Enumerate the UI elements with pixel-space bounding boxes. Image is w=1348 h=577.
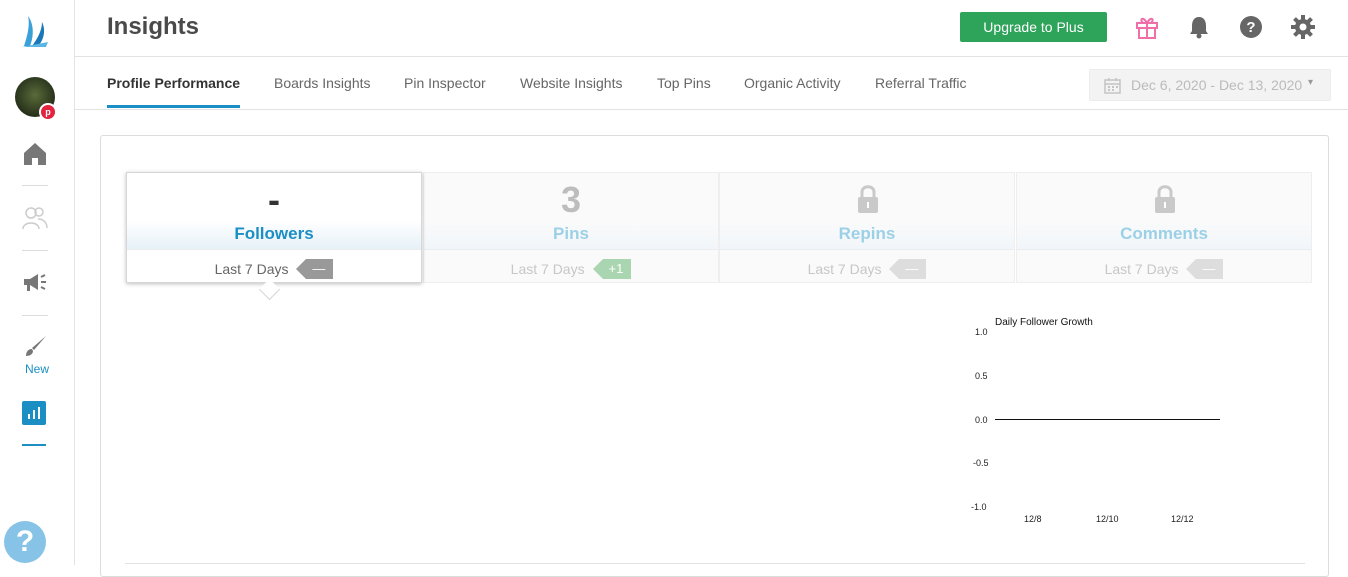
change-badge: —	[1186, 259, 1224, 279]
home-icon[interactable]	[22, 141, 48, 167]
change-badge: —	[296, 259, 334, 279]
stat-card-followers[interactable]: - Followers Last 7 Days —	[126, 172, 422, 283]
sidebar: p New ?	[0, 0, 75, 565]
stat-period: Last 7 Days —	[720, 259, 1014, 279]
stat-period: Last 7 Days +1	[424, 259, 718, 279]
people-icon[interactable]	[22, 205, 48, 231]
stat-period: Last 7 Days —	[127, 259, 421, 279]
y-tick-label: 0.0	[975, 415, 988, 425]
card-divider	[1017, 249, 1311, 250]
sidebar-divider	[22, 250, 48, 251]
page-title: Insights	[107, 13, 200, 40]
sidebar-divider	[22, 185, 48, 186]
stat-card-comments[interactable]: Comments Last 7 Days —	[1016, 172, 1312, 283]
y-tick-label: 0.5	[975, 371, 988, 381]
question-icon[interactable]: ?	[1238, 14, 1264, 40]
date-range-label: Dec 6, 2020 - Dec 13, 2020	[1131, 77, 1303, 93]
tab-profile-performance[interactable]: Profile Performance	[107, 75, 240, 91]
new-label: New	[24, 362, 49, 376]
upgrade-button[interactable]: Upgrade to Plus	[960, 12, 1107, 42]
pinterest-icon: p	[39, 103, 57, 121]
stat-card-pins[interactable]: 3 Pins Last 7 Days +1	[423, 172, 719, 283]
tab-top-pins[interactable]: Top Pins	[657, 75, 711, 91]
stat-value: 3	[560, 179, 582, 220]
period-label: Last 7 Days	[510, 261, 585, 277]
calendar-icon	[1104, 78, 1121, 94]
tab-pin-inspector[interactable]: Pin Inspector	[404, 75, 486, 91]
gear-icon[interactable]	[1290, 14, 1316, 40]
y-tick-label: 1.0	[975, 327, 988, 337]
date-range-picker[interactable]: Dec 6, 2020 - Dec 13, 2020 ▾	[1089, 69, 1331, 101]
tab-referral-traffic[interactable]: Referral Traffic	[875, 75, 967, 91]
tab-bar: Profile Performance Boards Insights Pin …	[75, 57, 1348, 110]
stat-label: Pins	[553, 224, 589, 243]
y-tick-label: -0.5	[973, 458, 989, 468]
sidebar-divider	[22, 315, 48, 316]
period-label: Last 7 Days	[807, 261, 882, 277]
bell-icon[interactable]	[1186, 14, 1212, 40]
panel-divider	[125, 563, 1305, 564]
follower-growth-chart	[995, 419, 1220, 420]
change-badge: +1	[592, 259, 632, 279]
card-divider	[424, 249, 718, 250]
active-tab-indicator	[107, 105, 240, 108]
insights-icon[interactable]	[22, 401, 46, 425]
stat-label: Followers	[234, 224, 314, 243]
tab-website-insights[interactable]: Website Insights	[520, 75, 622, 91]
megaphone-icon[interactable]	[22, 270, 48, 296]
stat-card-repins[interactable]: Repins Last 7 Days —	[719, 172, 1015, 283]
lock-icon	[858, 185, 878, 213]
stat-period: Last 7 Days —	[1017, 259, 1311, 279]
help-icon[interactable]: ?	[4, 521, 46, 563]
period-label: Last 7 Days	[1104, 261, 1179, 277]
stat-label: Comments	[1120, 224, 1208, 243]
header: Insights Upgrade to Plus ?	[75, 0, 1348, 57]
brush-icon[interactable]	[22, 334, 48, 360]
change-badge: —	[889, 259, 927, 279]
y-tick-label: -1.0	[971, 502, 987, 512]
stat-label: Repins	[838, 224, 896, 243]
lock-icon	[1155, 185, 1175, 213]
logo-icon[interactable]	[20, 14, 50, 48]
avatar[interactable]: p	[15, 77, 57, 121]
card-divider	[720, 249, 1014, 250]
chevron-down-icon: ▾	[1308, 77, 1314, 88]
gift-icon[interactable]	[1134, 14, 1160, 40]
svg-text:?: ?	[1246, 19, 1255, 36]
period-label: Last 7 Days	[214, 261, 289, 277]
tab-boards-insights[interactable]: Boards Insights	[274, 75, 371, 91]
card-divider	[127, 249, 421, 250]
stat-value: -	[268, 179, 280, 220]
active-indicator	[22, 444, 46, 446]
tab-organic-activity[interactable]: Organic Activity	[744, 75, 840, 91]
